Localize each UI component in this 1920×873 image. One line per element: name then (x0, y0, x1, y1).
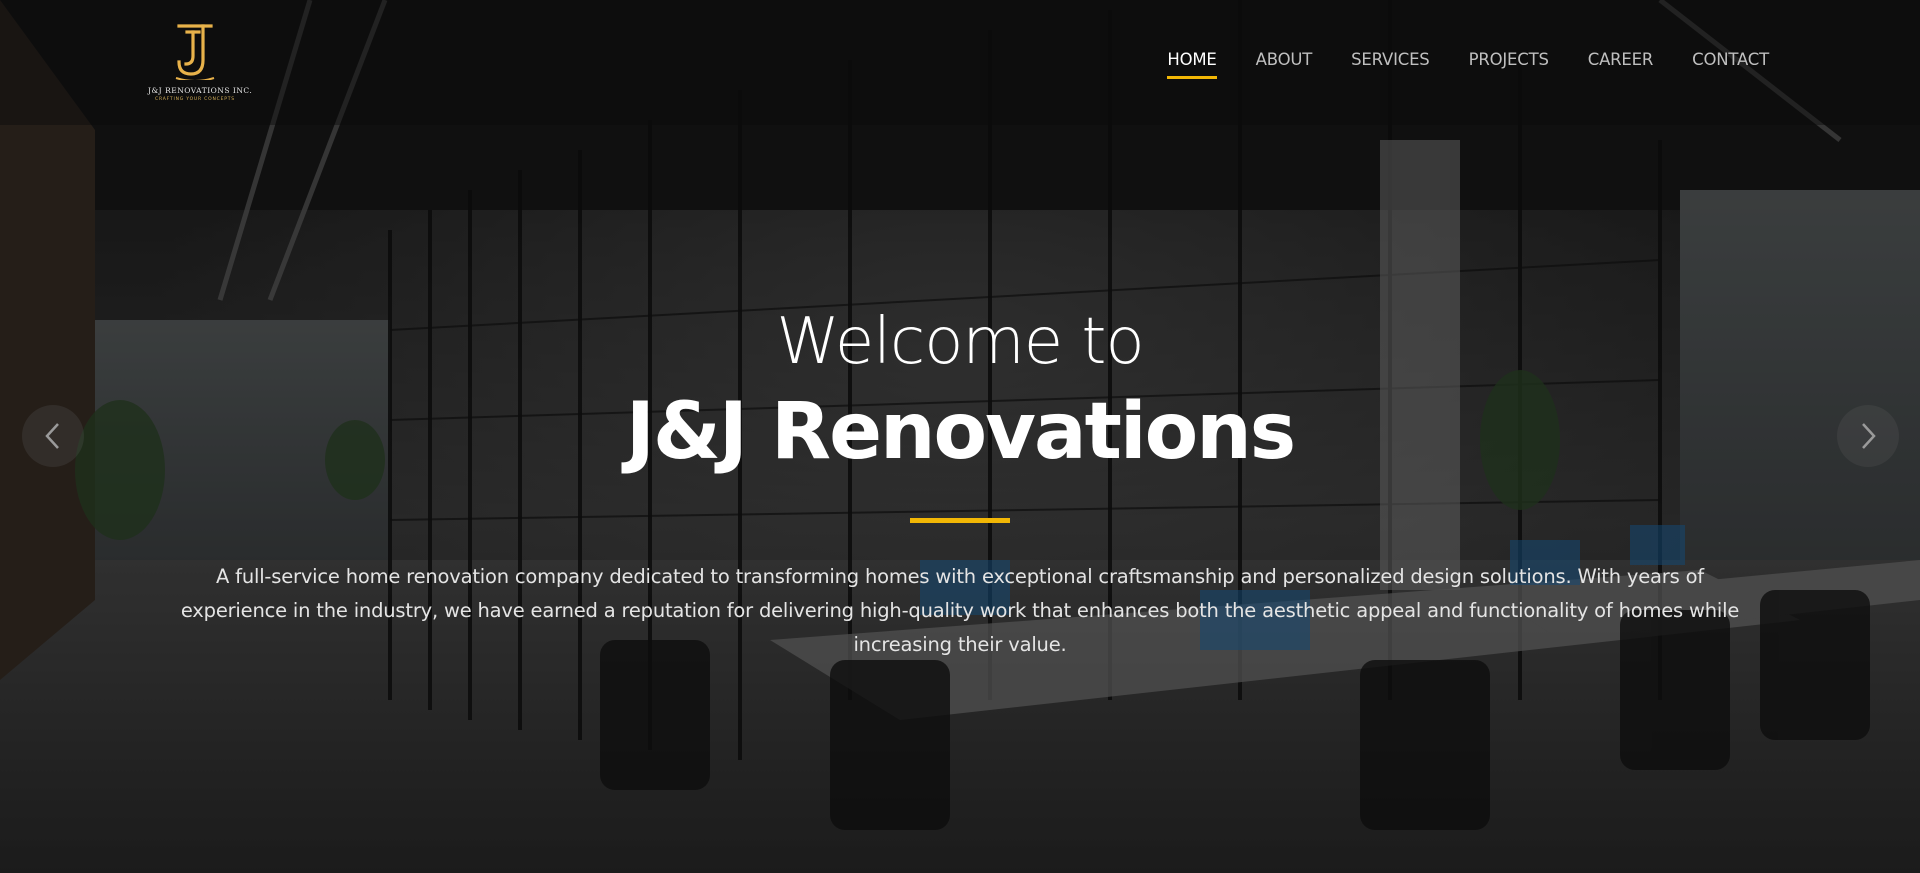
nav-contact[interactable]: CONTACT (1692, 50, 1769, 79)
logo-name: J&J RENOVATIONS INC. (148, 86, 253, 95)
logo-tagline: CRAFTING YOUR CONCEPTS (155, 97, 235, 102)
hero-welcome-text: Welcome to (776, 305, 1144, 379)
jj-monogram-icon (175, 24, 215, 80)
nav-home[interactable]: HOME (1167, 50, 1217, 79)
nav-about[interactable]: ABOUT (1256, 50, 1313, 79)
site-header: J&J RENOVATIONS INC. CRAFTING YOUR CONCE… (0, 0, 1920, 125)
nav-career[interactable]: CAREER (1588, 50, 1654, 79)
main-navigation: HOME ABOUT SERVICES PROJECTS CAREER CONT… (1128, 50, 1769, 79)
hero-title: J&J Renovations (625, 387, 1296, 477)
nav-projects[interactable]: PROJECTS (1469, 50, 1549, 79)
title-divider (910, 518, 1010, 523)
hero-description: A full-service home renovation company d… (180, 565, 1740, 656)
site-logo[interactable]: J&J RENOVATIONS INC. CRAFTING YOUR CONCE… (148, 22, 253, 102)
hero-content: Welcome to J&J Renovations A full-servic… (0, 300, 1920, 662)
hero-section: J&J RENOVATIONS INC. CRAFTING YOUR CONCE… (0, 0, 1920, 873)
nav-services[interactable]: SERVICES (1351, 50, 1430, 79)
